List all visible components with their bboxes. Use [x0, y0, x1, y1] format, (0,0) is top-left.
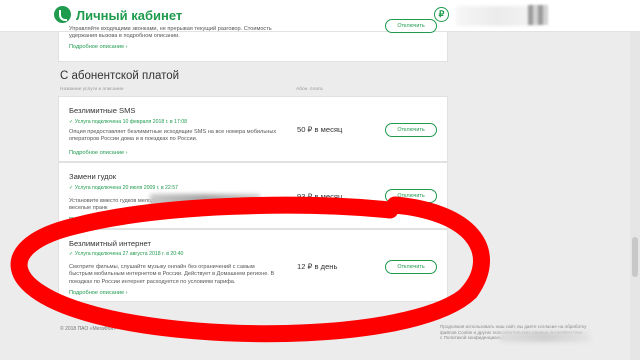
service-card-sms: Безлимитные SMS ✓ Услуга подключена 10 ф…	[58, 96, 448, 162]
disconnect-button[interactable]: Отключить	[385, 260, 437, 274]
service-price: 12 ₽ в день	[297, 262, 338, 271]
section-title: С абонентской платой	[60, 70, 180, 82]
service-desc: Опция предоставляет безлимитные исходящи…	[69, 129, 277, 143]
service-price: 93 ₽ в месяц	[297, 192, 343, 201]
service-card-previous: Управляйте входящими звонками, не прерыв…	[58, 19, 448, 62]
copyright: © 2018 ПАО «МегаФон»	[60, 326, 117, 332]
service-status: ✓ Услуга подключена 20 июля 2009 г. в 22…	[69, 185, 179, 191]
scrollbar-thumb[interactable]	[632, 237, 638, 277]
disconnect-button[interactable]: Отключить	[385, 123, 437, 137]
service-desc: Управляйте входящими звонками, не прерыв…	[69, 26, 272, 40]
page-title[interactable]: Личный кабинет	[76, 8, 182, 23]
more-details-link[interactable]: Подробное описание ›	[69, 150, 127, 156]
more-details-link[interactable]: Подробное описание ›	[69, 290, 127, 296]
more-details-link[interactable]: Подробное описание ›	[69, 217, 127, 223]
service-desc: Смотрите фильмы, слушайте музыку онлайн …	[69, 264, 275, 285]
service-name: Замени гудок	[69, 172, 117, 181]
redacted-area	[500, 332, 590, 342]
disconnect-button[interactable]: Отключить	[385, 19, 437, 33]
service-name: Безлимитные SMS	[69, 106, 136, 115]
more-details-link[interactable]: Подробное описание ›	[69, 44, 127, 50]
balance-ruble-icon[interactable]: ₽	[434, 7, 449, 22]
service-card-unlimited-internet: Безлимитный интернет ✓ Услуга подключена…	[58, 229, 448, 302]
column-header-fee: Абон. плата	[296, 87, 323, 92]
page-scrollbar[interactable]	[630, 32, 640, 360]
services-content: Управляйте входящими звонками, не прерыв…	[58, 19, 448, 322]
disconnect-button[interactable]: Отключить	[385, 189, 437, 203]
avatar[interactable]	[528, 5, 548, 25]
service-name: Безлимитный интернет	[69, 239, 151, 248]
service-status: ✓ Услуга подключена 27 августа 2018 г. в…	[69, 251, 184, 257]
megafon-logo-icon[interactable]	[54, 6, 71, 23]
service-status: ✓ Услуга подключена 10 февраля 2018 г. в…	[69, 119, 188, 125]
column-header-service: Название услуги и описание	[60, 87, 124, 92]
service-price: 50 ₽ в месяц	[297, 125, 343, 134]
redacted-area	[150, 194, 260, 208]
